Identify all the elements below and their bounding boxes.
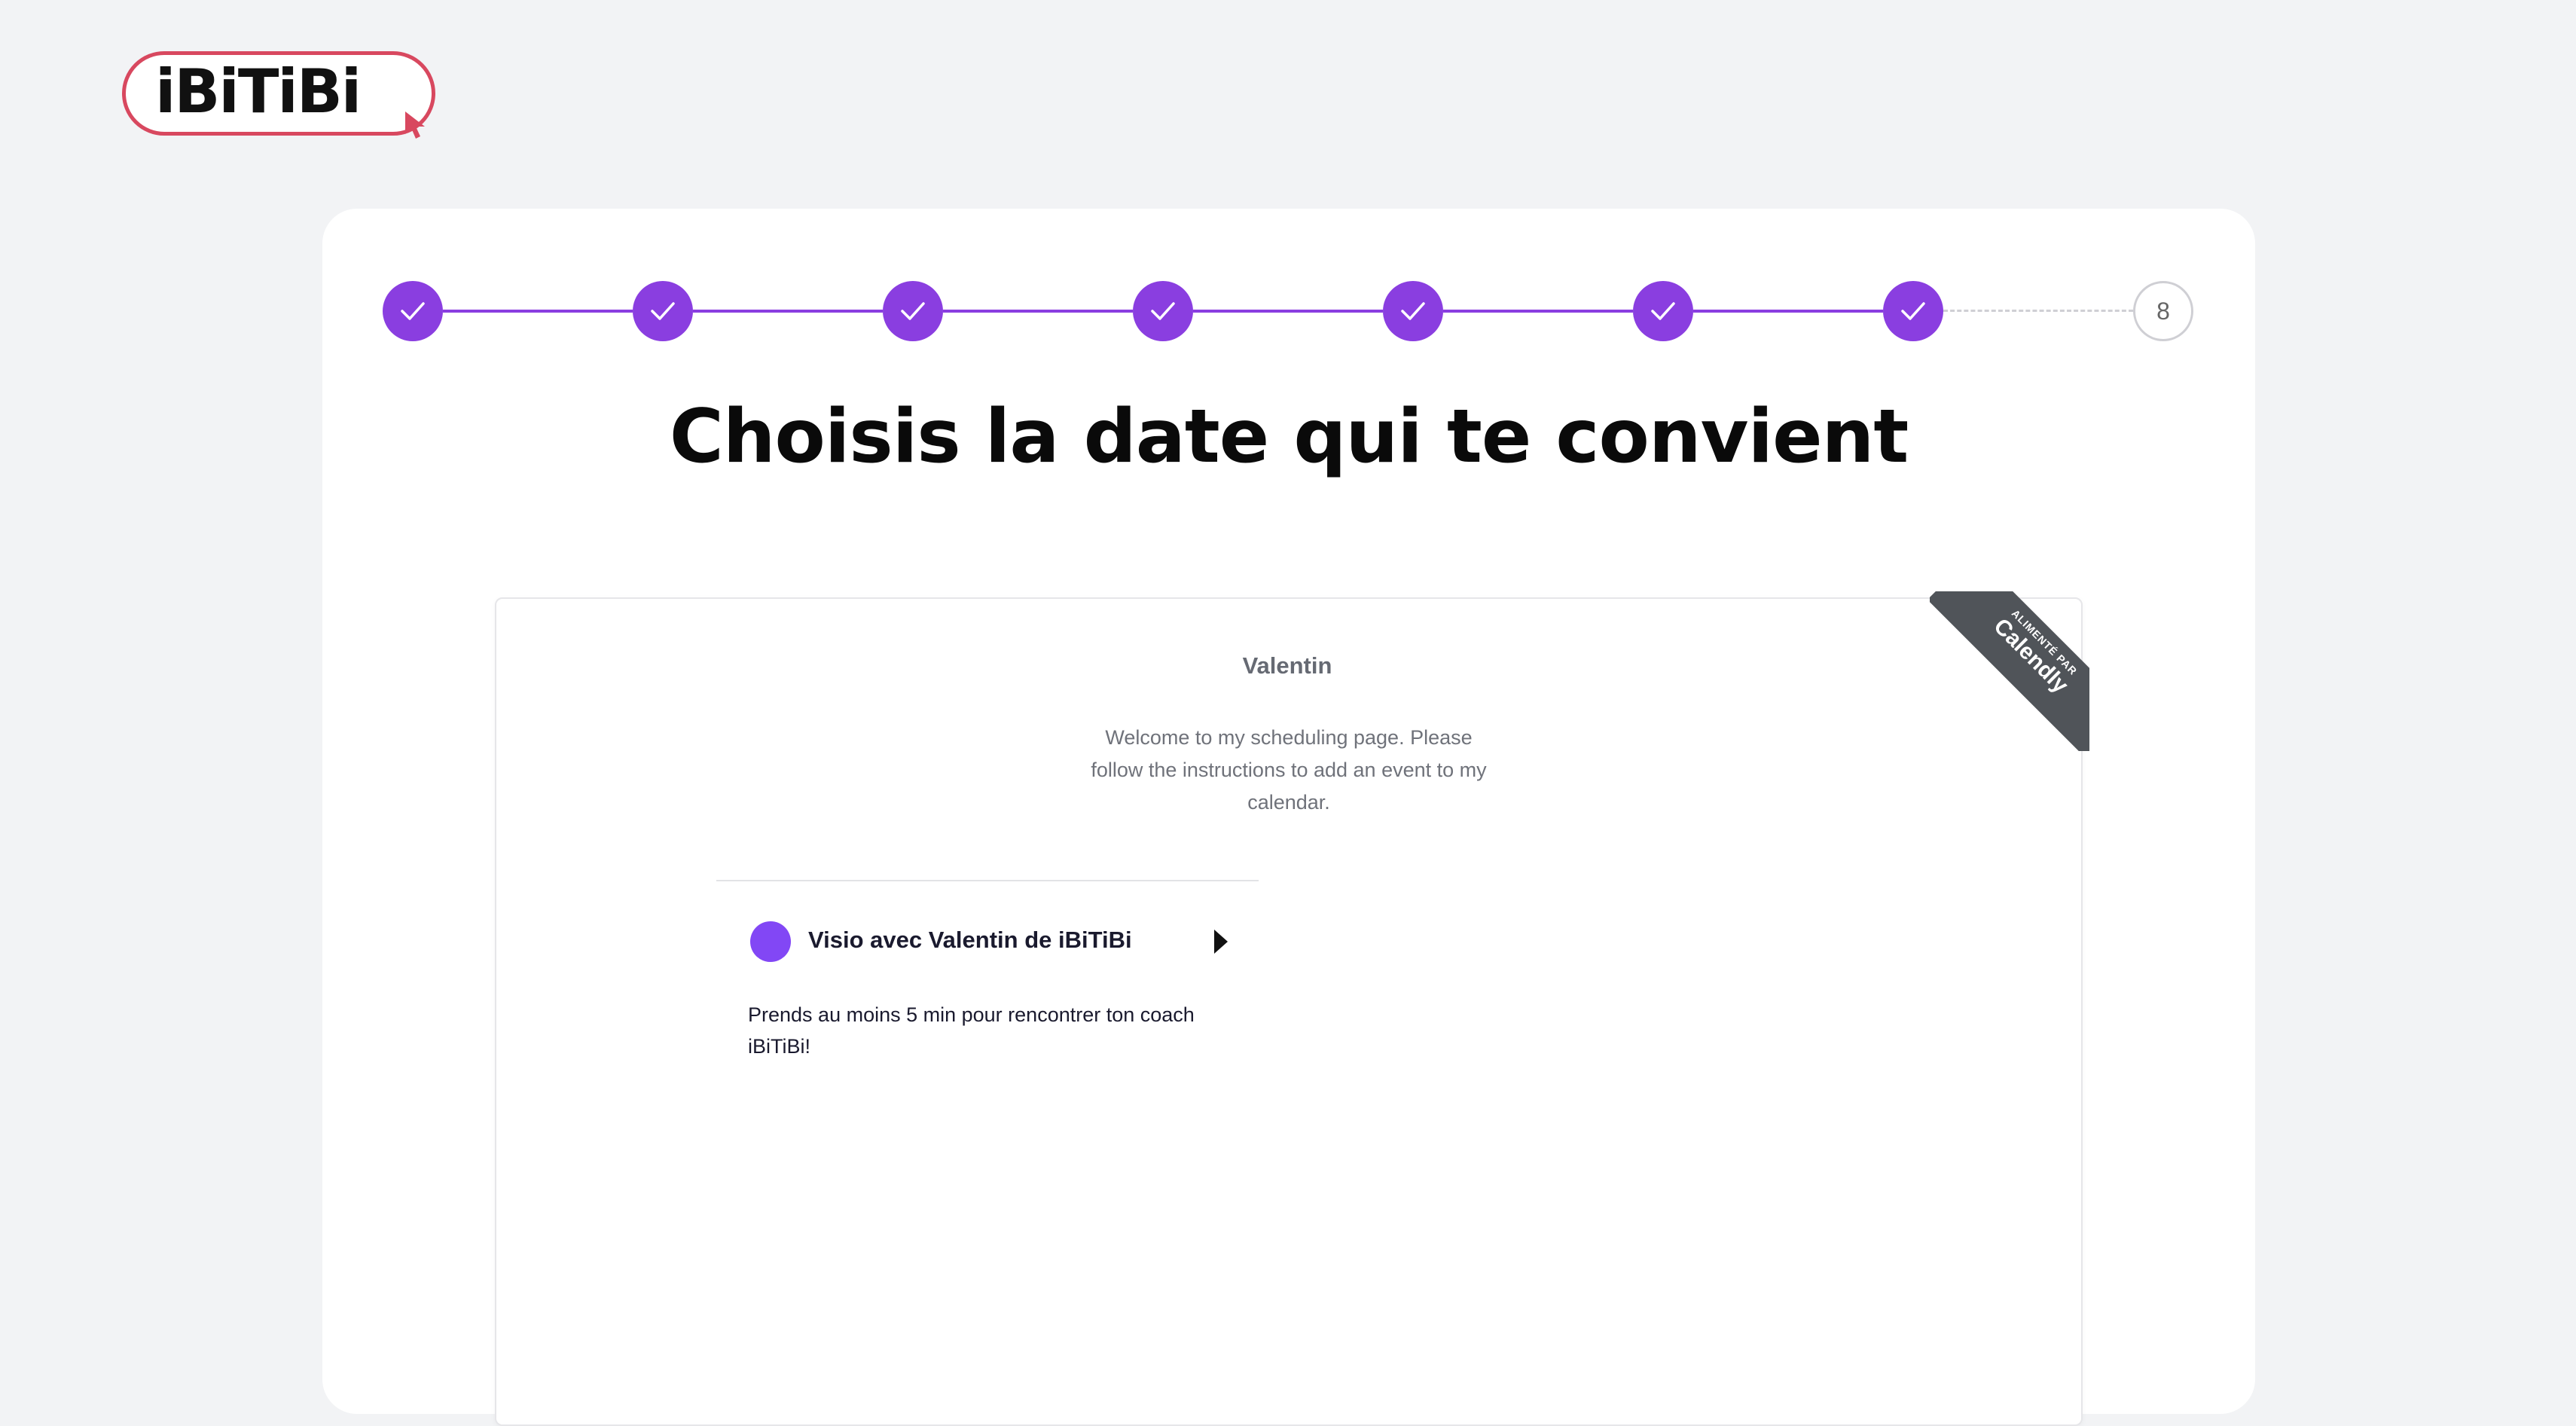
step-2-complete — [633, 281, 693, 341]
calendly-badge[interactable]: ALIMENTÉ PAR Calendly — [1930, 591, 2089, 751]
step-connector — [1693, 310, 1883, 313]
step-connector — [1443, 310, 1633, 313]
step-connector-pending — [1943, 310, 2133, 312]
divider — [716, 880, 1259, 881]
step-8-pending: 8 — [2133, 281, 2193, 341]
step-1-complete — [383, 281, 443, 341]
step-connector — [1193, 310, 1383, 313]
step-5-complete — [1383, 281, 1443, 341]
check-icon — [651, 302, 675, 320]
page-title: Choisis la date qui te convient — [669, 394, 1909, 480]
host-description: Welcome to my scheduling page. Please fo… — [1091, 726, 1487, 814]
progress-stepper: 8 — [383, 281, 2193, 341]
host-name: Valentin — [1242, 652, 1332, 679]
step-7-complete — [1883, 281, 1943, 341]
step-connector — [443, 310, 633, 313]
cursor-icon — [405, 111, 425, 139]
calendly-ribbon: ALIMENTÉ PAR Calendly — [1930, 591, 2089, 751]
event-name: Visio avec Valentin de iBiTiBi — [808, 927, 1132, 953]
event-description: Prends au moins 5 min pour rencontrer to… — [748, 1003, 1195, 1058]
step-connector — [693, 310, 883, 313]
step-6-complete — [1633, 281, 1693, 341]
check-icon — [901, 302, 925, 320]
play-arrow-icon — [1214, 930, 1228, 954]
step-connector — [943, 310, 1133, 313]
check-icon — [1651, 302, 1675, 320]
check-icon — [401, 302, 425, 320]
step-4-complete — [1133, 281, 1193, 341]
check-icon — [1401, 302, 1425, 320]
event-color-dot — [750, 921, 791, 962]
logo-text: iBiTiBi — [155, 56, 362, 127]
check-icon — [1151, 302, 1175, 320]
ibitibi-logo[interactable]: iBiTiBi — [122, 51, 440, 140]
step-3-complete — [883, 281, 943, 341]
check-icon — [1901, 302, 1925, 320]
event-type-item[interactable]: Visio avec Valentin de iBiTiBi — [716, 911, 1259, 972]
